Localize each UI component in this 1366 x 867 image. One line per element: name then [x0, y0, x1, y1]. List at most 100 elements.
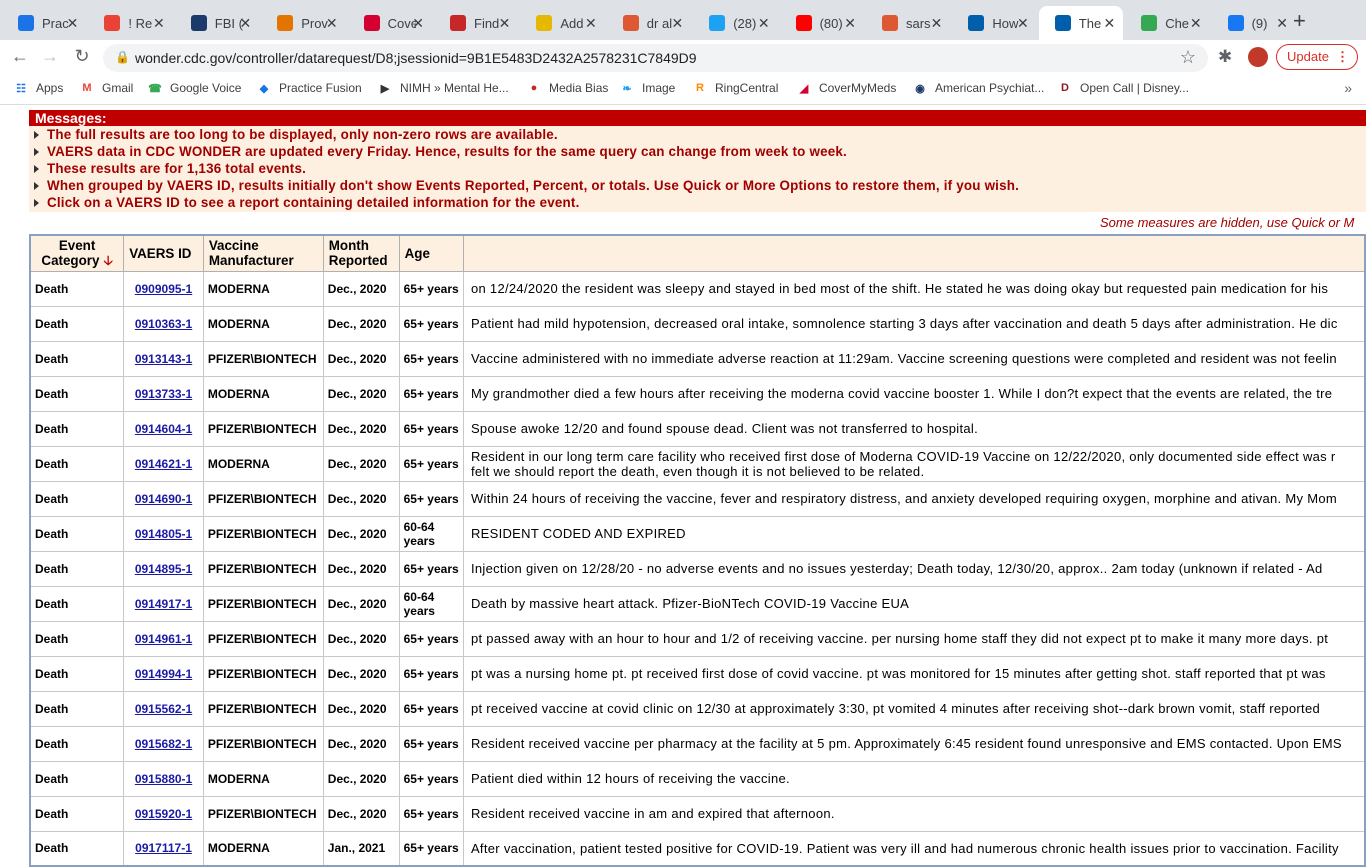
vaers-id-link[interactable]: 0914621-1 [135, 457, 192, 471]
vaers-id-cell: 0914994-1 [123, 655, 204, 692]
browser-tab[interactable]: How ✕ [952, 6, 1036, 40]
vaers-id-link[interactable]: 0914994-1 [135, 667, 192, 681]
close-tab-icon[interactable]: ✕ [1017, 15, 1029, 32]
browser-tab[interactable]: sars ✕ [866, 6, 950, 40]
close-tab-icon[interactable]: ✕ [844, 15, 856, 32]
description-cell: Resident received vaccine in am and expi… [462, 795, 1366, 832]
close-tab-icon[interactable]: ✕ [1276, 15, 1288, 32]
bookmark-item[interactable]: ☎ Google Voice [148, 81, 241, 95]
browser-tab[interactable]: (28) ✕ [693, 6, 777, 40]
bookmark-star-icon[interactable]: ☆ [1180, 47, 1196, 68]
bookmark-item[interactable]: ◉ American Psychiat... [913, 81, 1044, 95]
browser-tab[interactable]: (80) ✕ [780, 6, 864, 40]
vaers-id-cell: 0915562-1 [123, 690, 204, 727]
vaers-id-link[interactable]: 0915920-1 [135, 807, 192, 821]
close-tab-icon[interactable]: ✕ [758, 15, 770, 32]
url-text[interactable]: wonder.cdc.gov/controller/datarequest/D8… [135, 50, 697, 66]
menu-dots-icon[interactable]: ⋮ [1336, 45, 1349, 69]
tab-strip: Prac ✕! Re ✕ FBI (✕ Prov ✕ Cove ✕ Find ✕ Add ✕ dr al… [0, 0, 1366, 40]
close-tab-icon[interactable]: ✕ [1103, 15, 1115, 32]
vaers-id-link[interactable]: 0909095-1 [135, 282, 192, 296]
header-month-reported[interactable]: Month Reported [322, 234, 400, 272]
vaers-id-link[interactable]: 0915562-1 [135, 702, 192, 716]
description-cell: Resident in our long term care facility … [462, 445, 1366, 482]
bookmark-item[interactable]: ☷ Apps [14, 81, 63, 95]
table-row: Death 0913733-1 MODERNA Dec., 2020 65+ years… [29, 375, 1366, 412]
close-tab-icon[interactable]: ✕ [239, 15, 251, 32]
browser-tab[interactable]: dr al ✕ [607, 6, 691, 40]
new-tab-plus-icon[interactable]: + [1293, 8, 1306, 34]
triangle-bullet-icon [34, 148, 39, 157]
close-tab-icon[interactable]: ✕ [499, 15, 511, 32]
sort-down-arrow-icon[interactable]: 🡣 [103, 253, 112, 268]
browser-tab[interactable]: FBI (✕ [175, 6, 259, 40]
description-line: pt passed away with an hour to hour and … [470, 631, 1329, 646]
header-age[interactable]: Age [398, 234, 464, 272]
extensions-puzzle-icon[interactable]: ✱ [1218, 47, 1232, 67]
vaers-id-link[interactable]: 0913143-1 [135, 352, 192, 366]
bookmark-item[interactable]: ◆ Practice Fusion [257, 81, 362, 95]
find-icon [450, 15, 466, 31]
month-cell: Dec., 2020 [322, 585, 400, 622]
browser-tab[interactable]: Add ✕ [520, 6, 604, 40]
vaers-id-link[interactable]: 0914961-1 [135, 632, 192, 646]
bookmark-item[interactable]: ▶ NIMH » Mental He... [378, 81, 509, 95]
bookmark-item[interactable]: D Open Call | Disney... [1058, 81, 1189, 95]
age-cell: 60-64 years [398, 585, 464, 622]
table-row: Death 0914961-1 PFIZER\BIONTECH Dec., 2020 6… [29, 620, 1366, 657]
vaers-id-link[interactable]: 0915682-1 [135, 737, 192, 751]
vaers-id-link[interactable]: 0917117-1 [135, 841, 192, 855]
bookmark-item[interactable]: M Gmail [80, 81, 133, 95]
vaers-id-cell: 0915920-1 [123, 795, 204, 832]
header-event-category[interactable]: Event Category 🡣 [29, 234, 125, 272]
vaers-id-cell: 0915682-1 [123, 725, 204, 762]
close-tab-icon[interactable]: ✕ [67, 15, 79, 32]
browser-tab[interactable]: (9) ✕ [1212, 6, 1296, 40]
bookmark-item[interactable]: ❧ Image [620, 81, 675, 95]
browser-tab[interactable]: Che ✕ [1125, 6, 1209, 40]
gmail-icon: M [82, 82, 92, 94]
vaers-id-link[interactable]: 0910363-1 [135, 317, 192, 331]
browser-tab[interactable]: The ✕ [1038, 6, 1124, 40]
vaers-id-link[interactable]: 0914895-1 [135, 562, 192, 576]
bookmarks-bar: D Open Call | Disney... ◉ American Psychiat… [0, 76, 1366, 105]
browser-tab[interactable]: Find ✕ [434, 6, 518, 40]
forward-arrow-icon[interactable]: → [38, 46, 62, 67]
manufacturer-cell: MODERNA [202, 760, 324, 797]
browser-tab[interactable]: Prov ✕ [261, 6, 345, 40]
close-tab-icon[interactable]: ✕ [153, 15, 165, 32]
vaers-id-link[interactable]: 0914917-1 [135, 597, 192, 611]
vaers-id-link[interactable]: 0913733-1 [135, 387, 192, 401]
vaers-id-link[interactable]: 0914604-1 [135, 422, 192, 436]
bookmark-item[interactable]: ◢ CoverMyMeds [797, 81, 897, 95]
address-bar[interactable]: 🔒 wonder.cdc.gov/controller/datarequest/… [103, 44, 1208, 72]
header-description [462, 234, 1366, 272]
vaers-id-link[interactable]: 0914805-1 [135, 527, 192, 541]
bookmark-label: RingCentral [715, 81, 779, 95]
browser-tab[interactable]: ! Re ✕ [88, 6, 172, 40]
profile-avatar[interactable] [1248, 47, 1268, 67]
close-tab-icon[interactable]: ✕ [1190, 15, 1202, 32]
update-button[interactable]: Update ⋮ [1276, 44, 1358, 70]
close-tab-icon[interactable]: ✕ [326, 15, 338, 32]
age-cell: 65+ years [398, 480, 464, 517]
browser-tab[interactable]: Prac ✕ [2, 6, 86, 40]
message-text: When grouped by VAERS ID, results initia… [47, 178, 1020, 193]
vaers-id-link[interactable]: 0915880-1 [135, 772, 192, 786]
month-cell: Dec., 2020 [322, 340, 400, 377]
close-tab-icon[interactable]: ✕ [931, 15, 943, 32]
more-bookmarks-icon[interactable]: » [1344, 80, 1352, 96]
bookmark-item[interactable]: R RingCentral [693, 81, 778, 95]
header-vaccine-manufacturer[interactable]: Vaccine Manufacturer [202, 234, 324, 272]
back-arrow-icon[interactable]: ← [8, 46, 32, 67]
browser-tab[interactable]: Cove ✕ [348, 6, 432, 40]
close-tab-icon[interactable]: ✕ [412, 15, 424, 32]
vaers-id-link[interactable]: 0914690-1 [135, 492, 192, 506]
reload-icon[interactable]: ↻ [70, 46, 94, 67]
bookmark-item[interactable]: ● Media Bias [527, 81, 609, 95]
close-tab-icon[interactable]: ✕ [671, 15, 683, 32]
close-tab-icon[interactable]: ✕ [585, 15, 597, 32]
manufacturer-cell: PFIZER\BIONTECH [202, 795, 324, 832]
header-vaers-id[interactable]: VAERS ID [123, 234, 204, 272]
duckduckgo-icon [622, 15, 639, 31]
